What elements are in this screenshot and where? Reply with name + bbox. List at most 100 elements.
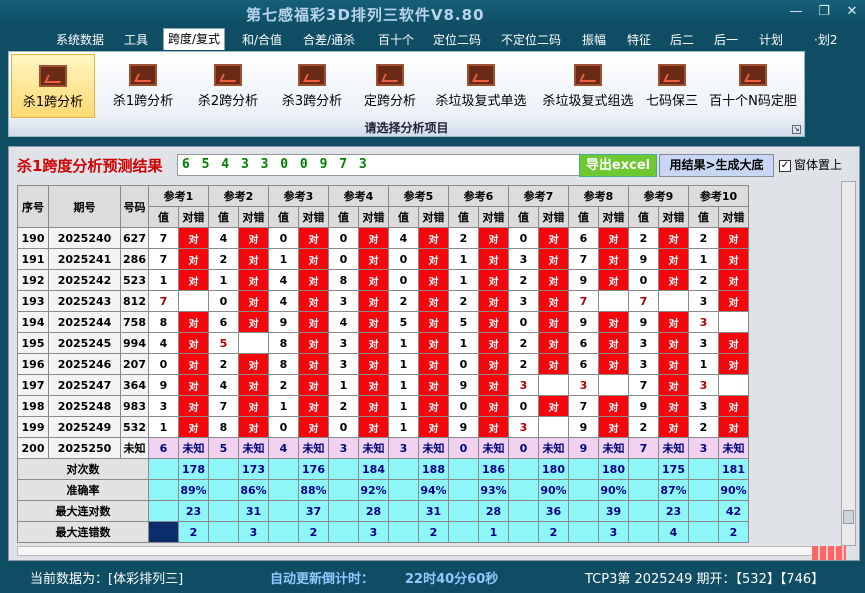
value-cell: 5 [388, 311, 419, 333]
ref-header-7[interactable]: 参考7 [508, 185, 569, 207]
menu-item-0[interactable]: 系统数据 [52, 30, 108, 49]
period-cell: 2025240 [48, 227, 121, 249]
ribbon-launcher-icon[interactable]: ↘ [792, 125, 801, 134]
value-cell: 3 [688, 374, 719, 396]
menu-item-13[interactable]: ·划2 [810, 30, 841, 49]
hit-cell: 对 [418, 353, 449, 375]
ref-header-3[interactable]: 参考3 [268, 185, 329, 207]
table-row[interactable]: 193 2025243 812 7 0 对 4 对 3 对 2 对 2 对 3 对 7 7 3 对 [17, 290, 749, 312]
period-header[interactable]: 期号 [48, 185, 121, 228]
value-header: 值 [688, 206, 719, 228]
value-cell: 0 [448, 353, 479, 375]
menu-item-10[interactable]: 后二 [666, 30, 698, 49]
seq-cell: 196 [17, 353, 49, 375]
maximize-icon[interactable]: ❐ [815, 4, 833, 19]
ribbon-button-6[interactable]: 杀垃圾复式组选 [537, 54, 639, 118]
scroll-thumb[interactable] [843, 510, 854, 524]
seq-cell: 193 [17, 290, 49, 312]
value-cell: 9 [148, 374, 179, 396]
ref-header-5[interactable]: 参考5 [388, 185, 449, 207]
table-row[interactable]: 195 2025245 994 4 对 5 8 对 3 对 1 对 1 对 2 对 6 对 3 对 3 对 [17, 332, 749, 354]
generate-base-button[interactable]: 用结果>生成大底 [659, 154, 774, 177]
table-row[interactable]: 198 2025248 983 3 对 7 对 1 对 2 对 1 对 0 对 0 对 7 对 9 对 3 对 [17, 395, 749, 417]
ribbon-button-7[interactable]: 七码保三 [643, 54, 701, 118]
table-row[interactable]: 191 2025241 286 7 对 2 对 1 对 0 对 0 对 1 对 3 对 7 对 9 对 1 对 [17, 248, 749, 270]
menu-item-11[interactable]: 后一 [710, 30, 742, 49]
hit-cell: 对 [298, 374, 329, 396]
value-cell: 0 [328, 227, 359, 249]
menu-item-12[interactable]: 计划 [755, 30, 787, 49]
menu-item-8[interactable]: 振幅 [578, 30, 610, 49]
hit-cell: 对 [178, 227, 209, 249]
ribbon-button-label: 杀垃圾复式组选 [542, 94, 634, 109]
menu-item-3[interactable]: 和/合值 [238, 30, 286, 49]
stats-spacer [208, 521, 239, 543]
stats-spacer [508, 521, 539, 543]
menu-item-1[interactable]: 工具 [120, 30, 152, 49]
table-row[interactable]: 199 2025249 532 1 对 8 对 0 对 0 对 1 对 9 对 3 9 对 2 对 2 对 [17, 416, 749, 438]
stats-value: 92% [358, 479, 389, 501]
horizontal-scrollbar[interactable] [17, 546, 814, 556]
ref-header-9[interactable]: 参考9 [628, 185, 689, 207]
menu-item-2[interactable]: 跨度/复式 [163, 28, 226, 50]
hit-cell: 对 [358, 332, 389, 354]
menu-item-6[interactable]: 定位二码 [429, 30, 485, 49]
table-row[interactable]: 190 2025240 627 7 对 4 对 0 对 0 对 4 对 2 对 0 对 6 对 2 对 2 对 [17, 227, 749, 249]
hit-cell: 对 [418, 290, 449, 312]
minimize-icon[interactable]: — [787, 4, 805, 19]
ribbon-button-8[interactable]: 百十个N码定胆 [706, 54, 800, 118]
pending-judge-cell: 未知 [658, 437, 689, 459]
ref-header-1[interactable]: 参考1 [148, 185, 209, 207]
ref-header-8[interactable]: 参考8 [568, 185, 629, 207]
ribbon-button-label: 定跨分析 [363, 94, 416, 109]
seq-cell: 197 [17, 374, 49, 396]
ref-header-10[interactable]: 参考10 [688, 185, 749, 207]
countdown-label: 自动更新倒计时： [270, 572, 375, 587]
value-cell: 7 [568, 395, 599, 417]
stats-spacer [388, 521, 419, 543]
judge-header: 对错 [358, 206, 389, 228]
ribbon-button-1[interactable]: 杀1跨分析 [105, 54, 181, 118]
resize-grip[interactable] [812, 546, 846, 560]
ref-header-6[interactable]: 参考6 [448, 185, 509, 207]
code-header[interactable]: 号码 [120, 185, 149, 228]
value-cell: 3 [148, 395, 179, 417]
results-table: 序号 期号 号码 参考1 参考2 参考3 参考4 参考5 参考6 参考7 参考8 参考9 参考10 值 对错… [17, 185, 749, 543]
table-row[interactable]: 196 2025246 207 0 对 2 对 8 对 3 对 1 对 0 对 2 对 6 对 3 对 1 对 [17, 353, 749, 375]
ref-header-2[interactable]: 参考2 [208, 185, 269, 207]
table-row[interactable]: 192 2025242 523 1 对 1 对 4 对 8 对 0 对 1 对 2 对 9 对 0 对 2 对 [17, 269, 749, 291]
result-field[interactable]: 6 5 4 3 3 0 0 9 7 3 [177, 154, 585, 176]
main-panel: 杀1跨度分析预测结果 6 5 4 3 3 0 0 9 7 3 导出excel 用… [8, 146, 860, 561]
value-cell: 0 [268, 227, 299, 249]
judge-header: 对错 [478, 206, 509, 228]
stats-label: 最大连对数 [17, 500, 149, 522]
table-row[interactable]: 197 2025247 364 9 对 4 对 2 对 1 对 1 对 9 对 3 3 7 对 3 [17, 374, 749, 396]
hit-cell: 对 [238, 248, 269, 270]
checkbox-icon[interactable]: ✓ [779, 159, 791, 172]
ribbon-button-3[interactable]: 杀3跨分析 [274, 54, 350, 118]
vertical-scrollbar[interactable] [841, 181, 856, 546]
ribbon-button-0[interactable]: 杀1跨分析 [11, 54, 95, 118]
stats-value: 2 [418, 521, 449, 543]
ribbon-button-label: 杀3跨分析 [281, 94, 343, 109]
ribbon-button-5[interactable]: 杀垃圾复式单选 [429, 54, 533, 118]
value-cell: 7 [628, 374, 659, 396]
seq-header[interactable]: 序号 [17, 185, 49, 228]
ribbon-button-2[interactable]: 杀2跨分析 [189, 54, 267, 118]
export-excel-button[interactable]: 导出excel [579, 154, 657, 177]
period-cell: 2025245 [48, 332, 121, 354]
close-icon[interactable]: ✕ [843, 4, 861, 19]
hit-cell: 对 [238, 395, 269, 417]
hit-cell: 对 [478, 374, 509, 396]
table-row[interactable]: 194 2025244 758 8 对 6 对 9 对 4 对 5 对 5 对 0 对 9 对 9 对 3 [17, 311, 749, 333]
pin-window-checkbox[interactable]: ✓ 窗体置上 [779, 156, 842, 173]
ribbon-button-4[interactable]: 定跨分析 [357, 54, 423, 118]
menu-item-9[interactable]: 特征 [623, 30, 655, 49]
menu-item-4[interactable]: 合差/通杀 [299, 30, 359, 49]
menu-item-5[interactable]: 百十个 [374, 30, 418, 49]
value-cell: 4 [148, 332, 179, 354]
menu-item-7[interactable]: 不定位二码 [497, 30, 565, 49]
pending-row[interactable]: 200 2025250 未知 6 未知 5 未知 4 未知 3 未知 3 未知 0 未知 0 未知 9 未知 7 未知 3… [17, 437, 749, 459]
ref-header-4[interactable]: 参考4 [328, 185, 389, 207]
hit-cell: 对 [538, 353, 569, 375]
